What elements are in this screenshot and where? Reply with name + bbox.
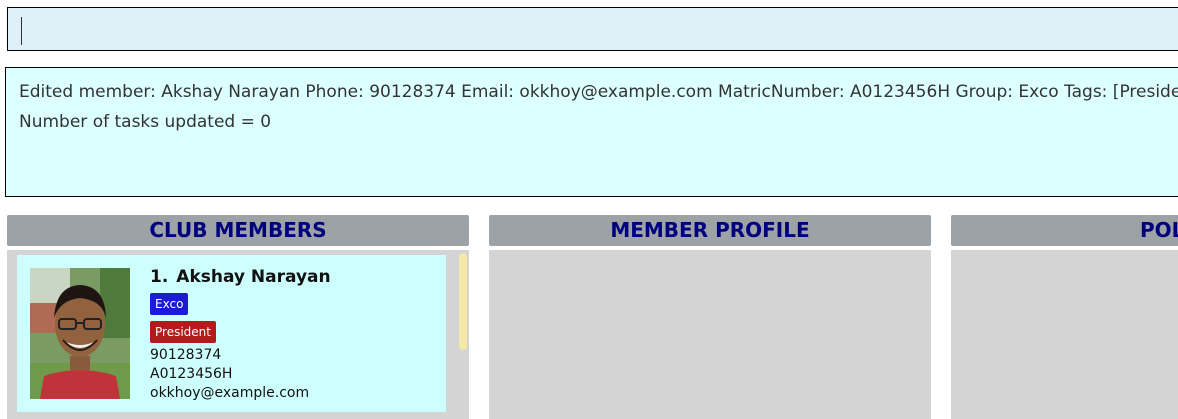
- member-name-text: Akshay Narayan: [176, 267, 331, 287]
- member-matric: A0123456H: [150, 366, 233, 382]
- command-input[interactable]: [18, 14, 1172, 46]
- third-panel: [951, 250, 1178, 419]
- member-email: okkhoy@example.com: [150, 385, 310, 401]
- third-panel-title: POL: [1140, 218, 1178, 242]
- result-line-2: Number of tasks updated = 0: [19, 112, 272, 132]
- command-box[interactable]: [7, 7, 1178, 51]
- tag-badge: President: [150, 321, 216, 343]
- group-badge: Exco: [150, 293, 189, 315]
- result-line-1: Edited member: Akshay Narayan Phone: 901…: [19, 82, 1178, 102]
- avatar-photo-icon: [30, 268, 130, 399]
- member-card[interactable]: 1. Akshay Narayan Exco President 90128374…: [17, 255, 446, 412]
- app-window: Edited member: Akshay Narayan Phone: 901…: [0, 0, 1178, 419]
- members-scrollbar[interactable]: [459, 253, 467, 350]
- member-avatar: [30, 268, 130, 399]
- member-phone: 90128374: [150, 347, 222, 363]
- member-profile-panel: [489, 250, 931, 419]
- member-name: 1. Akshay Narayan: [150, 267, 331, 287]
- member-index: 1.: [150, 267, 169, 287]
- club-members-header: CLUB MEMBERS: [7, 215, 469, 246]
- third-panel-header: POL: [951, 215, 1178, 246]
- result-display: Edited member: Akshay Narayan Phone: 901…: [5, 67, 1178, 197]
- member-profile-header: MEMBER PROFILE: [489, 215, 931, 246]
- text-caret: [21, 17, 22, 45]
